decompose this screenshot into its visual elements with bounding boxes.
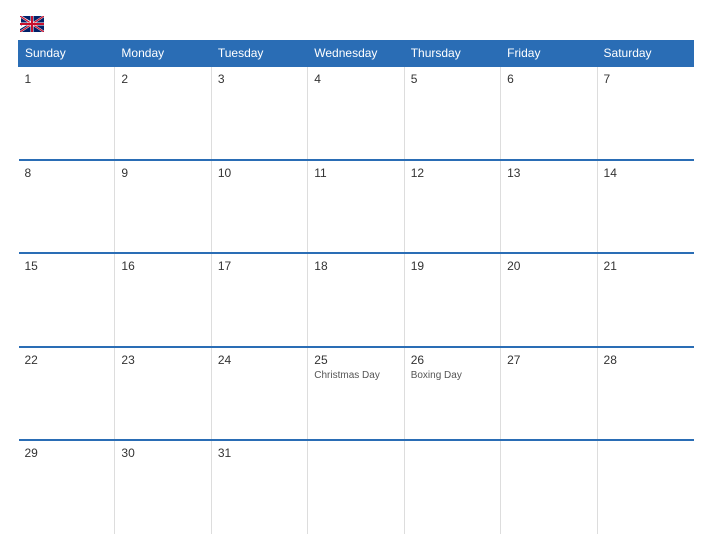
calendar-cell: 26 Boxing Day [404, 347, 500, 441]
calendar-header-row: SundayMondayTuesdayWednesdayThursdayFrid… [19, 41, 694, 67]
calendar-cell: 5 [404, 66, 500, 160]
calendar-table: SundayMondayTuesdayWednesdayThursdayFrid… [18, 40, 694, 534]
calendar-cell: 16 [115, 253, 211, 347]
logo-flag-icon [20, 16, 44, 32]
calendar-cell: 25 Christmas Day [308, 347, 404, 441]
calendar-cell: 22 [19, 347, 115, 441]
day-number: 3 [218, 72, 301, 86]
day-number: 24 [218, 353, 301, 367]
day-number: 11 [314, 166, 397, 180]
calendar-body: 1234567891011121314151617181920212223242… [19, 66, 694, 534]
calendar-cell: 30 [115, 440, 211, 534]
event-label: Christmas Day [314, 370, 397, 381]
calendar-cell: 29 [19, 440, 115, 534]
calendar-cell: 17 [211, 253, 307, 347]
day-number: 14 [604, 166, 688, 180]
calendar-cell: 8 [19, 160, 115, 254]
day-number: 8 [25, 166, 109, 180]
calendar-cell: 1 [19, 66, 115, 160]
calendar-week-row: 89 10 11 12 13 14 [19, 160, 694, 254]
calendar-cell: 14 [597, 160, 693, 254]
day-number: 4 [314, 72, 397, 86]
day-number: 31 [218, 446, 301, 460]
day-number: 29 [25, 446, 109, 460]
calendar-cell: 31 [211, 440, 307, 534]
calendar-day-header: Tuesday [211, 41, 307, 67]
calendar-cell: 28 [597, 347, 693, 441]
calendar-cell: 19 [404, 253, 500, 347]
calendar-cell [308, 440, 404, 534]
calendar-cell: 10 [211, 160, 307, 254]
calendar-cell: 6 [501, 66, 597, 160]
day-number: 26 [411, 353, 494, 367]
calendar-cell: 15 [19, 253, 115, 347]
event-label: Boxing Day [411, 370, 494, 381]
day-number: 12 [411, 166, 494, 180]
calendar-day-header: Monday [115, 41, 211, 67]
header [18, 16, 694, 32]
day-number: 22 [25, 353, 109, 367]
day-number: 19 [411, 259, 494, 273]
day-number: 28 [604, 353, 688, 367]
day-number: 2 [121, 72, 204, 86]
day-number: 9 [121, 166, 204, 180]
calendar-cell: 23 [115, 347, 211, 441]
calendar-cell: 11 [308, 160, 404, 254]
calendar-header: SundayMondayTuesdayWednesdayThursdayFrid… [19, 41, 694, 67]
calendar-week-row: 22 23 24 25 Christmas Day 26 Boxing Day 27 28 [19, 347, 694, 441]
calendar-week-row: 29 30 31 [19, 440, 694, 534]
logo [18, 16, 44, 32]
calendar-cell: 13 [501, 160, 597, 254]
day-number: 25 [314, 353, 397, 367]
day-number: 23 [121, 353, 204, 367]
calendar-cell [597, 440, 693, 534]
calendar-cell: 4 [308, 66, 404, 160]
day-number: 13 [507, 166, 590, 180]
calendar-day-header: Friday [501, 41, 597, 67]
calendar-cell: 3 [211, 66, 307, 160]
day-number: 6 [507, 72, 590, 86]
calendar-day-header: Sunday [19, 41, 115, 67]
calendar-cell: 18 [308, 253, 404, 347]
day-number: 7 [604, 72, 688, 86]
day-number: 16 [121, 259, 204, 273]
calendar-cell: 2 [115, 66, 211, 160]
calendar-cell [404, 440, 500, 534]
calendar-cell: 7 [597, 66, 693, 160]
calendar-cell: 12 [404, 160, 500, 254]
day-number: 21 [604, 259, 688, 273]
calendar-cell: 27 [501, 347, 597, 441]
day-number: 15 [25, 259, 109, 273]
calendar-cell: 24 [211, 347, 307, 441]
calendar-week-row: 15 16 17 18 19 20 21 [19, 253, 694, 347]
day-number: 17 [218, 259, 301, 273]
day-number: 30 [121, 446, 204, 460]
calendar-day-header: Wednesday [308, 41, 404, 67]
day-number: 27 [507, 353, 590, 367]
calendar-cell: 21 [597, 253, 693, 347]
day-number: 20 [507, 259, 590, 273]
day-number: 5 [411, 72, 494, 86]
day-number: 18 [314, 259, 397, 273]
calendar-day-header: Thursday [404, 41, 500, 67]
calendar-day-header: Saturday [597, 41, 693, 67]
calendar-cell: 20 [501, 253, 597, 347]
calendar-cell: 9 [115, 160, 211, 254]
day-number: 10 [218, 166, 301, 180]
day-number: 1 [25, 72, 109, 86]
calendar-cell [501, 440, 597, 534]
page: SundayMondayTuesdayWednesdayThursdayFrid… [0, 0, 712, 550]
calendar-week-row: 1234567 [19, 66, 694, 160]
